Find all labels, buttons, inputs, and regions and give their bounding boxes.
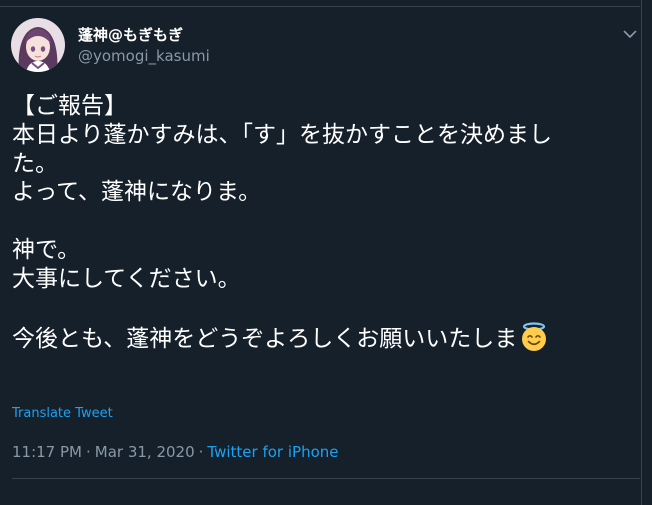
tweet-date[interactable]: Mar 31, 2020 xyxy=(95,443,195,461)
translate-tweet-link[interactable]: Translate Tweet xyxy=(12,406,113,421)
author-display-name[interactable]: 蓬神@もぎもぎ xyxy=(78,24,183,45)
author-handle[interactable]: @yomogi_kasumi xyxy=(78,47,210,65)
tweet-card: 蓬神@もぎもぎ @yomogi_kasumi 【ご報告】 本日より蓬かすみは、「… xyxy=(0,0,640,505)
tweet-menu-button[interactable] xyxy=(620,24,640,44)
meta-divider xyxy=(12,478,640,479)
right-divider xyxy=(641,0,642,505)
tweet-line xyxy=(12,207,632,236)
tweet-last-line: 今後とも、蓬神をどうぞよろしくお願いいたしま xyxy=(12,322,632,353)
meta-separator: · xyxy=(85,443,91,461)
tweet-line: 本日より蓬かすみは、「す」を抜かすことを決めまし xyxy=(12,121,553,148)
smiling-face-with-halo-icon xyxy=(522,322,547,352)
tweet-line: よって、蓬神になりま。 xyxy=(12,179,262,206)
tweet-line: 大事にしてください。 xyxy=(12,265,241,292)
tweet-line xyxy=(12,294,632,323)
tweet-line: た。 xyxy=(12,150,58,177)
tweet-source-link[interactable]: Twitter for iPhone xyxy=(207,443,338,461)
tweet-line-text: 今後とも、蓬神をどうぞよろしくお願いいたしま xyxy=(12,326,518,353)
meta-separator: · xyxy=(198,443,204,461)
chevron-down-icon xyxy=(623,30,637,38)
tweet-line: 【ご報告】 xyxy=(12,93,127,119)
tweet-line: 神で。 xyxy=(12,236,81,263)
anime-girl-avatar-icon xyxy=(11,18,65,72)
tweet-meta: 11:17 PM · Mar 31, 2020 · Twitter for iPhone xyxy=(12,443,339,461)
tweet-time[interactable]: 11:17 PM xyxy=(12,443,82,461)
avatar[interactable] xyxy=(11,18,65,72)
tweet-text: 【ご報告】 本日より蓬かすみは、「す」を抜かすことを決めまし た。 よって、蓬神… xyxy=(12,92,632,353)
